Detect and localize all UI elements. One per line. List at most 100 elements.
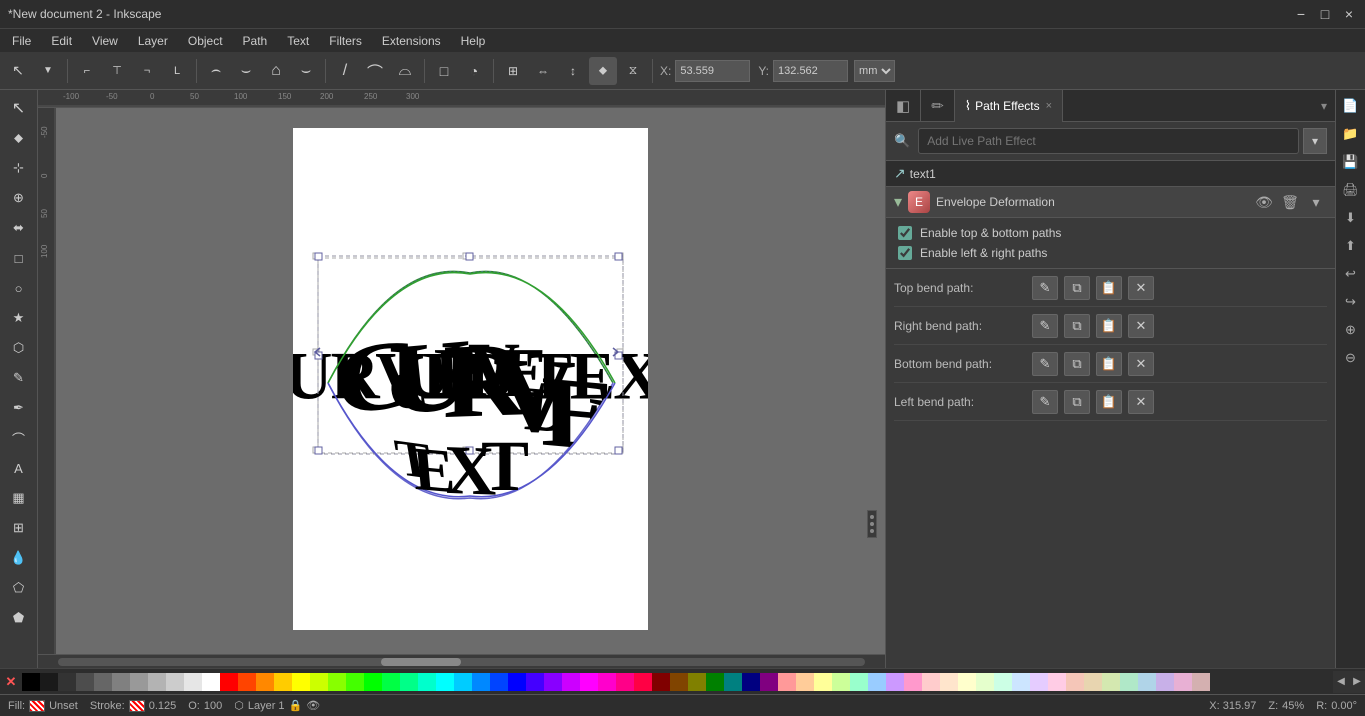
color-swatch-50[interactable] xyxy=(922,673,940,691)
scroll-thumb[interactable] xyxy=(381,658,461,666)
palette-none[interactable]: ✕ xyxy=(0,671,22,693)
color-swatch-37[interactable] xyxy=(688,673,706,691)
close-button[interactable]: × xyxy=(1341,6,1357,22)
color-swatch-51[interactable] xyxy=(940,673,958,691)
tool-node-edit[interactable]: ⬥ xyxy=(5,124,33,152)
color-swatch-7[interactable] xyxy=(148,673,166,691)
color-swatch-65[interactable] xyxy=(1192,673,1210,691)
top-bend-copy-button[interactable]: ⧉ xyxy=(1064,276,1090,300)
right-bend-edit-button[interactable]: ✎ xyxy=(1032,314,1058,338)
color-swatch-22[interactable] xyxy=(418,673,436,691)
right-bend-copy-button[interactable]: ⧉ xyxy=(1064,314,1090,338)
menu-help[interactable]: Help xyxy=(453,32,494,50)
tool-node-sym[interactable]: ⌂ xyxy=(262,57,290,85)
color-swatch-18[interactable] xyxy=(346,673,364,691)
tool-curve[interactable]: ⌒ xyxy=(361,57,389,85)
ri-zoom-in[interactable]: ⊕ xyxy=(1339,318,1363,342)
ri-open[interactable]: 📁 xyxy=(1339,122,1363,146)
color-swatch-3[interactable] xyxy=(76,673,94,691)
tool-align-tc[interactable]: ⊤ xyxy=(103,57,131,85)
color-swatch-55[interactable] xyxy=(1012,673,1030,691)
color-swatch-39[interactable] xyxy=(724,673,742,691)
palette-scroll-left[interactable]: ◀ xyxy=(1333,671,1349,693)
left-bend-copy-button[interactable]: ⧉ xyxy=(1064,390,1090,414)
tool-pointer[interactable]: ↖ xyxy=(5,94,33,122)
color-swatch-12[interactable] xyxy=(238,673,256,691)
tool-circle[interactable]: ○ xyxy=(5,274,33,302)
effect-delete-button[interactable]: 🗑 xyxy=(1279,191,1301,213)
enable-top-bottom-checkbox[interactable] xyxy=(898,226,912,240)
tool-paint-bucket[interactable]: ⬠ xyxy=(5,574,33,602)
tool-sym-y[interactable]: ↕ xyxy=(559,57,587,85)
top-bend-paste-button[interactable]: 📋 xyxy=(1096,276,1122,300)
tool-connector[interactable]: ⬟ xyxy=(5,604,33,632)
bottom-bend-edit-button[interactable]: ✎ xyxy=(1032,352,1058,376)
color-swatch-21[interactable] xyxy=(400,673,418,691)
color-swatch-33[interactable] xyxy=(616,673,634,691)
top-bend-delete-button[interactable]: ✕ xyxy=(1128,276,1154,300)
menu-path[interactable]: Path xyxy=(235,32,276,50)
color-swatch-10[interactable] xyxy=(202,673,220,691)
color-swatch-2[interactable] xyxy=(58,673,76,691)
tool-measure[interactable]: ⬌ xyxy=(5,214,33,242)
color-swatch-44[interactable] xyxy=(814,673,832,691)
color-swatch-16[interactable] xyxy=(310,673,328,691)
tool-node-tool[interactable]: ⬥ xyxy=(589,57,617,85)
right-bend-paste-button[interactable]: 📋 xyxy=(1096,314,1122,338)
color-swatch-4[interactable] xyxy=(94,673,112,691)
tool-star[interactable]: ★ xyxy=(5,304,33,332)
color-swatch-34[interactable] xyxy=(634,673,652,691)
bottom-bend-paste-button[interactable]: 📋 xyxy=(1096,352,1122,376)
color-swatch-62[interactable] xyxy=(1138,673,1156,691)
canvas-scroll[interactable]: C U R V E D CURV xyxy=(56,108,885,654)
color-swatch-45[interactable] xyxy=(832,673,850,691)
tool-square[interactable]: □ xyxy=(430,57,458,85)
scroll-track[interactable] xyxy=(58,658,865,666)
horizontal-scrollbar[interactable] xyxy=(38,654,885,668)
color-swatch-14[interactable] xyxy=(274,673,292,691)
tool-node-smooth[interactable]: ⌣ xyxy=(232,57,260,85)
color-swatch-1[interactable] xyxy=(40,673,58,691)
color-swatch-0[interactable] xyxy=(22,673,40,691)
color-swatch-29[interactable] xyxy=(544,673,562,691)
enable-left-right-checkbox[interactable] xyxy=(898,246,912,260)
color-swatch-41[interactable] xyxy=(760,673,778,691)
tool-pencil[interactable]: ✎ xyxy=(5,364,33,392)
left-bend-delete-button[interactable]: ✕ xyxy=(1128,390,1154,414)
menu-view[interactable]: View xyxy=(84,32,126,50)
color-swatch-56[interactable] xyxy=(1030,673,1048,691)
panel-chevron[interactable]: ▾ xyxy=(1313,99,1335,113)
color-swatch-23[interactable] xyxy=(436,673,454,691)
tool-rect[interactable]: □ xyxy=(5,244,33,272)
stroke-swatch[interactable] xyxy=(129,700,145,712)
tool-align-tl[interactable]: ⌐ xyxy=(73,57,101,85)
ri-export[interactable]: ⬆ xyxy=(1339,234,1363,258)
color-swatch-58[interactable] xyxy=(1066,673,1084,691)
minimize-button[interactable]: − xyxy=(1293,6,1309,22)
top-bend-edit-button[interactable]: ✎ xyxy=(1032,276,1058,300)
maximize-button[interactable]: □ xyxy=(1317,6,1333,22)
color-swatch-46[interactable] xyxy=(850,673,868,691)
pe-dropdown-button[interactable]: ▾ xyxy=(1303,128,1327,154)
color-swatch-54[interactable] xyxy=(994,673,1012,691)
tool-sym-x[interactable]: ⇔ xyxy=(529,57,557,85)
tool-select[interactable]: ↖ xyxy=(4,57,32,85)
tool-tweak[interactable]: ⊹ xyxy=(5,154,33,182)
color-swatch-35[interactable] xyxy=(652,673,670,691)
x-input[interactable] xyxy=(675,60,750,82)
panel-tab-stroke[interactable]: ✏ xyxy=(921,90,955,122)
color-swatch-5[interactable] xyxy=(112,673,130,691)
color-swatch-28[interactable] xyxy=(526,673,544,691)
color-swatch-42[interactable] xyxy=(778,673,796,691)
menu-layer[interactable]: Layer xyxy=(130,32,176,50)
menu-file[interactable]: File xyxy=(4,32,39,50)
unit-select[interactable]: mm px in xyxy=(854,60,895,82)
menu-filters[interactable]: Filters xyxy=(321,32,370,50)
ri-import[interactable]: ⬇ xyxy=(1339,206,1363,230)
left-bend-edit-button[interactable]: ✎ xyxy=(1032,390,1058,414)
tool-align-bl[interactable]: L xyxy=(163,57,191,85)
color-swatch-43[interactable] xyxy=(796,673,814,691)
bottom-bend-delete-button[interactable]: ✕ xyxy=(1128,352,1154,376)
tool-node-cusp[interactable]: ⌢ xyxy=(202,57,230,85)
ri-new-doc[interactable]: 📄 xyxy=(1339,94,1363,118)
